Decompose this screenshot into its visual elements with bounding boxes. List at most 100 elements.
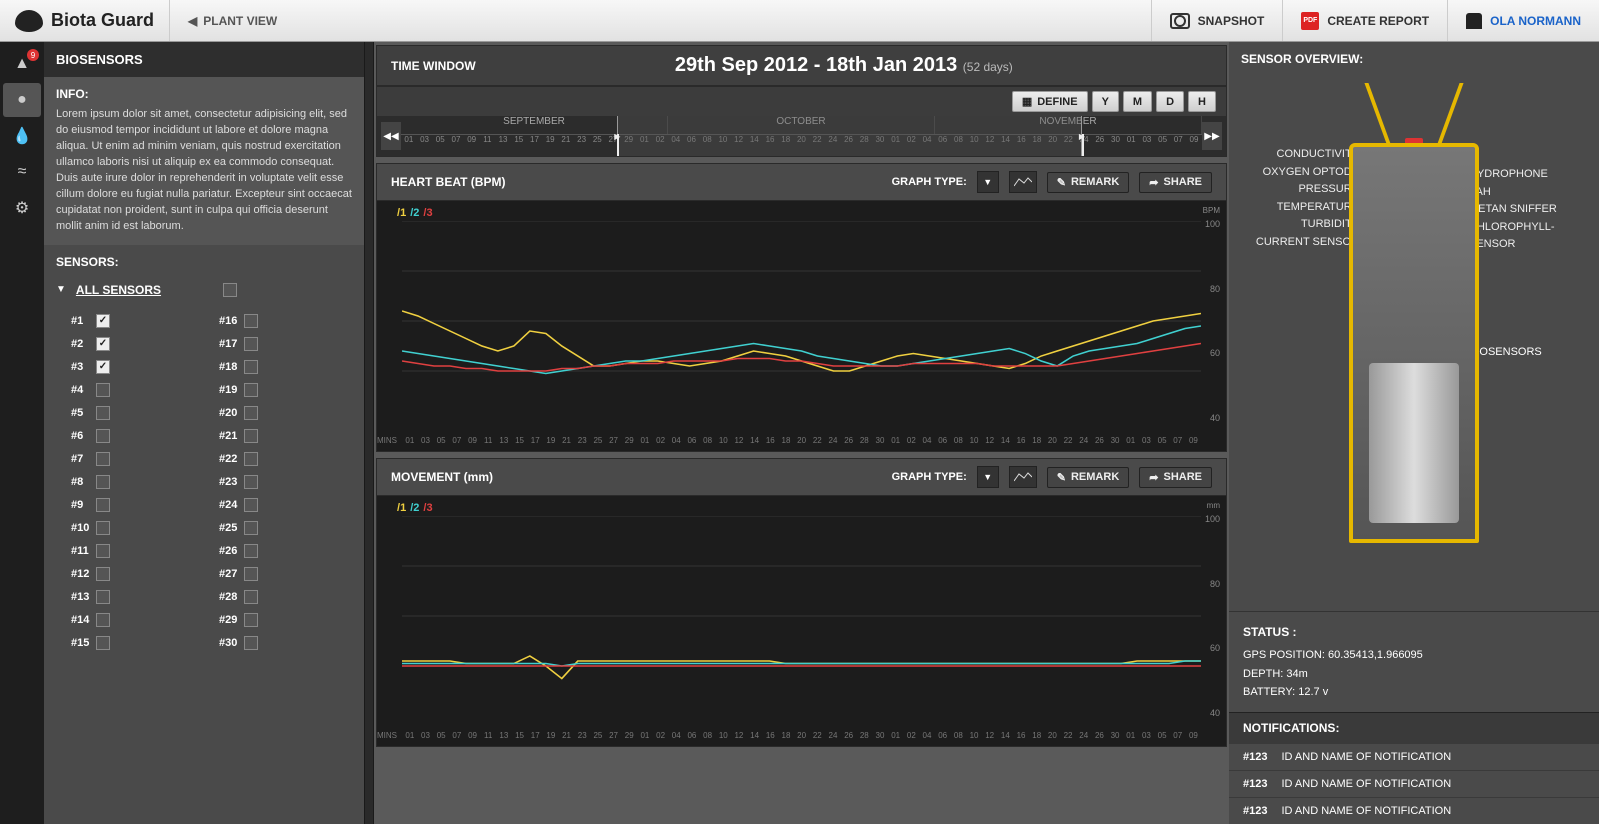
status-block: STATUS : GPS POSITION: 60.35413,1.966095… (1229, 611, 1599, 712)
sensor-row: #2✓ (56, 334, 204, 354)
sensor-checkbox[interactable] (244, 452, 258, 466)
rail-waves[interactable]: ≈ (3, 155, 41, 189)
nav-back[interactable]: ◀ PLANT VIEW (169, 0, 295, 41)
sensor-row: #7 (56, 449, 204, 469)
sensor-row: #22 (204, 449, 352, 469)
graph-type-dropdown[interactable]: ▼ (977, 171, 999, 193)
sensor-checkbox[interactable] (96, 521, 110, 535)
snapshot-button[interactable]: SNAPSHOT (1151, 0, 1283, 41)
sensor-checkbox[interactable] (96, 567, 110, 581)
sensor-name: #21 (204, 430, 244, 442)
all-sensors-toggle[interactable]: ▼ ALL SENSORS (56, 283, 352, 297)
sensor-checkbox[interactable] (96, 429, 110, 443)
sensor-row: #3✓ (56, 357, 204, 377)
sensor-row: #28 (204, 587, 352, 607)
sensor-name: #16 (204, 315, 244, 327)
nav-back-label: PLANT VIEW (203, 14, 277, 28)
info-text: Lorem ipsum dolor sit amet, consectetur … (56, 107, 352, 235)
sensor-name: #22 (204, 453, 244, 465)
sensor-name: #13 (56, 591, 96, 603)
sensor-checkbox[interactable] (244, 406, 258, 420)
sensor-checkbox[interactable]: ✓ (96, 337, 110, 351)
sensor-checkbox[interactable] (244, 567, 258, 581)
sensor-name: #7 (56, 453, 96, 465)
drag-handle[interactable] (364, 42, 374, 824)
sensor-checkbox[interactable] (244, 544, 258, 558)
sensor-checkbox[interactable] (244, 337, 258, 351)
timeline-prev[interactable]: ◀◀ (381, 122, 401, 150)
share-button[interactable]: ➦ SHARE (1139, 172, 1212, 193)
remark-button[interactable]: ✎ REMARK (1047, 172, 1130, 193)
timeline-selection[interactable] (617, 116, 1082, 156)
sensor-checkbox[interactable] (244, 613, 258, 627)
sensor-name: #18 (204, 361, 244, 373)
sensor-checkbox[interactable] (96, 613, 110, 627)
sensor-checkbox[interactable] (244, 521, 258, 535)
share-button[interactable]: ➦ SHARE (1139, 467, 1212, 488)
timeline-cursor-end[interactable] (1082, 134, 1084, 156)
range-day-button[interactable]: D (1156, 91, 1184, 112)
sensor-checkbox[interactable] (96, 406, 110, 420)
notification-row[interactable]: #123ID AND NAME OF NOTIFICATION (1229, 743, 1599, 770)
sensor-checkbox[interactable] (96, 383, 110, 397)
sensor-checkbox[interactable] (244, 475, 258, 489)
sensor-row: #15 (56, 633, 204, 653)
graph-type-line-icon[interactable] (1009, 171, 1037, 193)
sensor-checkbox[interactable] (244, 590, 258, 604)
graph-type-dropdown[interactable]: ▼ (977, 466, 999, 488)
sensor-checkbox[interactable] (96, 636, 110, 650)
sensor-checkbox[interactable] (96, 544, 110, 558)
sensor-checkbox[interactable] (244, 360, 258, 374)
graph-type-line-icon[interactable] (1009, 466, 1037, 488)
all-sensors-checkbox[interactable] (223, 283, 237, 297)
caret-down-icon: ▼ (56, 284, 66, 295)
alert-badge: 9 (27, 49, 39, 61)
timeline-cursor-start[interactable] (617, 134, 619, 156)
sensor-name: #11 (56, 545, 96, 557)
sensor-name: #8 (56, 476, 96, 488)
sensor-checkbox[interactable] (244, 314, 258, 328)
sensor-checkbox[interactable]: ✓ (96, 360, 110, 374)
sensor-checkbox[interactable] (96, 452, 110, 466)
sensor-checkbox[interactable] (96, 590, 110, 604)
sensor-row: #21 (204, 426, 352, 446)
sensor-row: #20 (204, 403, 352, 423)
sensor-row: #14 (56, 610, 204, 630)
pdf-icon: PDF (1301, 12, 1319, 30)
range-year-button[interactable]: Y (1092, 91, 1119, 112)
sensor-overview-title: SENSOR OVERVIEW: (1229, 42, 1599, 76)
sensor-checkbox[interactable] (244, 429, 258, 443)
create-report-button[interactable]: PDF CREATE REPORT (1282, 0, 1447, 41)
define-button[interactable]: ▦ DEFINE (1012, 91, 1088, 112)
sensor-name: #24 (204, 499, 244, 511)
rail-fluids[interactable]: 💧 (3, 119, 41, 153)
sensor-row: #12 (56, 564, 204, 584)
range-month-button[interactable]: M (1123, 91, 1152, 112)
sensor-checkbox[interactable] (244, 636, 258, 650)
sensor-name: #30 (204, 637, 244, 649)
sensor-checkbox[interactable]: ✓ (96, 314, 110, 328)
timeline-next[interactable]: ▶▶ (1202, 122, 1222, 150)
rail-biosensors[interactable]: ● (3, 83, 41, 117)
sensor-name: #6 (56, 430, 96, 442)
sensor-checkbox[interactable] (244, 498, 258, 512)
notification-row[interactable]: #123ID AND NAME OF NOTIFICATION (1229, 797, 1599, 824)
sensor-row: #24 (204, 495, 352, 515)
sensor-checkbox[interactable] (96, 475, 110, 489)
rail-settings[interactable]: ⚙ (3, 191, 41, 225)
chevron-left-icon: ◀ (188, 14, 197, 28)
range-hour-button[interactable]: H (1188, 91, 1216, 112)
app-logo[interactable]: Biota Guard (0, 10, 169, 32)
sensor-name: #26 (204, 545, 244, 557)
sensor-row: #19 (204, 380, 352, 400)
timeline-ruler[interactable]: ◀◀ SEPTEMBEROCTOBERNOVEMBER 010305070911… (377, 116, 1226, 156)
sensor-checkbox[interactable] (96, 498, 110, 512)
sensor-checkbox[interactable] (244, 383, 258, 397)
remark-button[interactable]: ✎ REMARK (1047, 467, 1130, 488)
rail-alerts[interactable]: ▲9 (3, 47, 41, 81)
user-menu[interactable]: OLA NORMANN (1447, 0, 1599, 41)
notifications-head: NOTIFICATIONS: (1229, 712, 1599, 743)
chart-legend: 1 2 3 (397, 207, 433, 219)
notification-row[interactable]: #123ID AND NAME OF NOTIFICATION (1229, 770, 1599, 797)
sensor-name: #28 (204, 591, 244, 603)
